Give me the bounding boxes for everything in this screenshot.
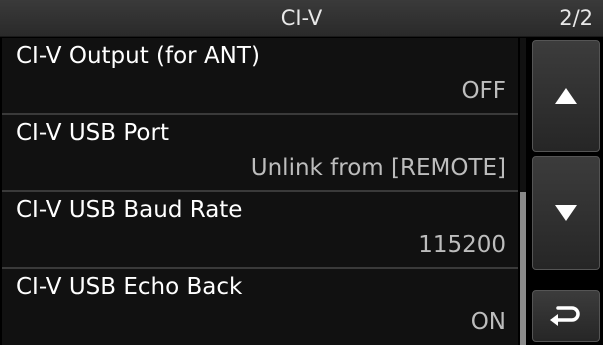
screen-title: CI-V xyxy=(280,6,323,30)
back-button[interactable] xyxy=(532,290,600,342)
list-item-label: CI-V USB Echo Back xyxy=(16,274,243,300)
scrollbar-thumb[interactable] xyxy=(520,192,526,345)
list-item-civ-usb-port[interactable]: CI-V USB Port Unlink from [REMOTE] xyxy=(2,115,518,192)
list-item-label: CI-V Output (for ANT) xyxy=(16,43,260,69)
page-indicator: 2/2 xyxy=(559,6,593,30)
scrollbar[interactable] xyxy=(520,38,526,345)
scroll-down-button[interactable] xyxy=(532,156,600,270)
list-item-value: ON xyxy=(470,309,506,335)
list-item-value: OFF xyxy=(461,78,506,104)
list-item-civ-output-for-ant[interactable]: CI-V Output (for ANT) OFF xyxy=(2,38,518,115)
triangle-up-icon xyxy=(555,88,577,104)
list-item-value: Unlink from [REMOTE] xyxy=(250,155,506,181)
list-item-civ-usb-baud-rate[interactable]: CI-V USB Baud Rate 115200 xyxy=(2,192,518,269)
settings-list: CI-V Output (for ANT) OFF CI-V USB Port … xyxy=(2,38,518,345)
list-item-label: CI-V USB Baud Rate xyxy=(16,197,243,223)
list-item-value: 115200 xyxy=(418,232,506,258)
triangle-down-icon xyxy=(555,205,577,221)
return-arrow-icon xyxy=(550,306,580,326)
list-item-label: CI-V USB Port xyxy=(16,120,169,146)
list-item-civ-usb-echo-back[interactable]: CI-V USB Echo Back ON xyxy=(2,269,518,345)
scroll-up-button[interactable] xyxy=(532,40,600,152)
